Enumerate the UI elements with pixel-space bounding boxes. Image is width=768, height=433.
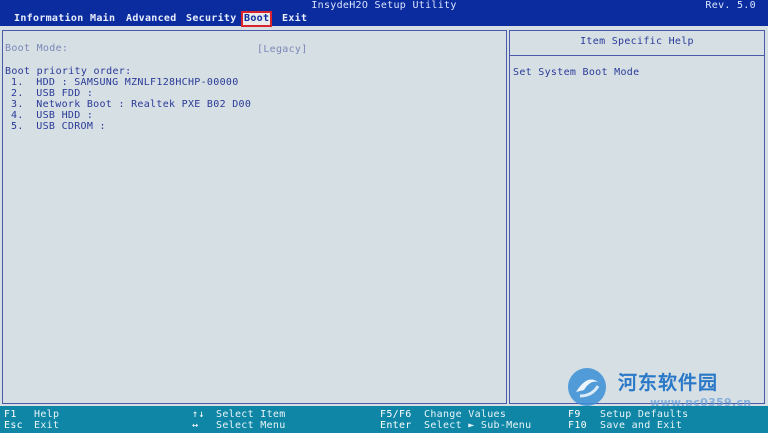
- key-label: F9: [568, 409, 581, 420]
- footer-action-select-submenu: Select ► Sub-Menu: [424, 420, 532, 431]
- key-label: ↔: [192, 420, 199, 431]
- footer-key-leftright: ↔: [192, 420, 198, 431]
- menu-bar: Information Main Advanced Security Boot …: [0, 11, 768, 27]
- tab-advanced[interactable]: Advanced: [124, 12, 179, 26]
- key-label: Esc: [4, 420, 23, 431]
- footer-action-setup-defaults: Setup Defaults: [600, 409, 689, 420]
- app-title: InsydeH2O Setup Utility: [311, 0, 457, 11]
- boot-item-3[interactable]: 3. Network Boot : Realtek PXE B02 D00: [11, 99, 251, 110]
- tab-security[interactable]: Security: [184, 12, 239, 26]
- main-panel: Boot Mode: [Legacy] Boot priority order:…: [2, 30, 507, 404]
- key-label: F5/F6: [380, 409, 412, 420]
- key-label: F1: [4, 409, 17, 420]
- help-text: Set System Boot Mode: [513, 67, 640, 78]
- key-label: ↑↓: [192, 409, 205, 420]
- boot-item-2[interactable]: 2. USB FDD :: [11, 88, 93, 99]
- help-divider: [510, 55, 764, 56]
- footer-key-f10: F10: [568, 420, 587, 431]
- boot-mode-label: Boot Mode:: [5, 43, 69, 54]
- tab-exit[interactable]: Exit: [280, 12, 309, 26]
- footer-action-help: Help: [34, 409, 60, 420]
- help-panel: Item Specific Help Set System Boot Mode: [509, 30, 765, 404]
- footer-key-esc: Esc: [4, 420, 23, 431]
- revision-label: Rev. 5.0: [705, 0, 756, 11]
- footer-key-f5f6: F5/F6: [380, 409, 412, 420]
- footer-action-change-values: Change Values: [424, 409, 507, 420]
- footer-action-exit: Exit: [34, 420, 60, 431]
- watermark-text: 河东软件园: [618, 372, 719, 394]
- key-label: Enter: [380, 420, 412, 431]
- boot-item-4[interactable]: 4. USB HDD :: [11, 110, 93, 121]
- footer-key-f9: F9: [568, 409, 581, 420]
- key-label: F10: [568, 420, 587, 431]
- tab-main[interactable]: Main: [88, 12, 117, 26]
- title-bar: InsydeH2O Setup Utility Rev. 5.0: [0, 0, 768, 12]
- footer-key-f1: F1: [4, 409, 17, 420]
- tab-information[interactable]: Information: [12, 12, 86, 26]
- footer-key-updown: ↑↓: [192, 409, 205, 420]
- footer-key-enter: Enter: [380, 420, 412, 431]
- footer-action-save-exit: Save and Exit: [600, 420, 683, 431]
- footer-help-bar: F1 Help Esc Exit ↑↓ Select Item ↔ Select…: [0, 406, 768, 433]
- boot-item-5[interactable]: 5. USB CDROM :: [11, 121, 106, 132]
- boot-mode-value[interactable]: [Legacy]: [257, 44, 308, 55]
- watermark-logo-icon: [568, 368, 606, 406]
- footer-action-select-item: Select Item: [216, 409, 286, 420]
- help-title: Item Specific Help: [580, 36, 694, 47]
- tab-boot[interactable]: Boot: [240, 11, 273, 27]
- boot-priority-label: Boot priority order:: [5, 66, 132, 77]
- boot-item-1[interactable]: 1. HDD : SAMSUNG MZNLF128HCHP-00000: [11, 77, 239, 88]
- footer-action-select-menu: Select Menu: [216, 420, 286, 431]
